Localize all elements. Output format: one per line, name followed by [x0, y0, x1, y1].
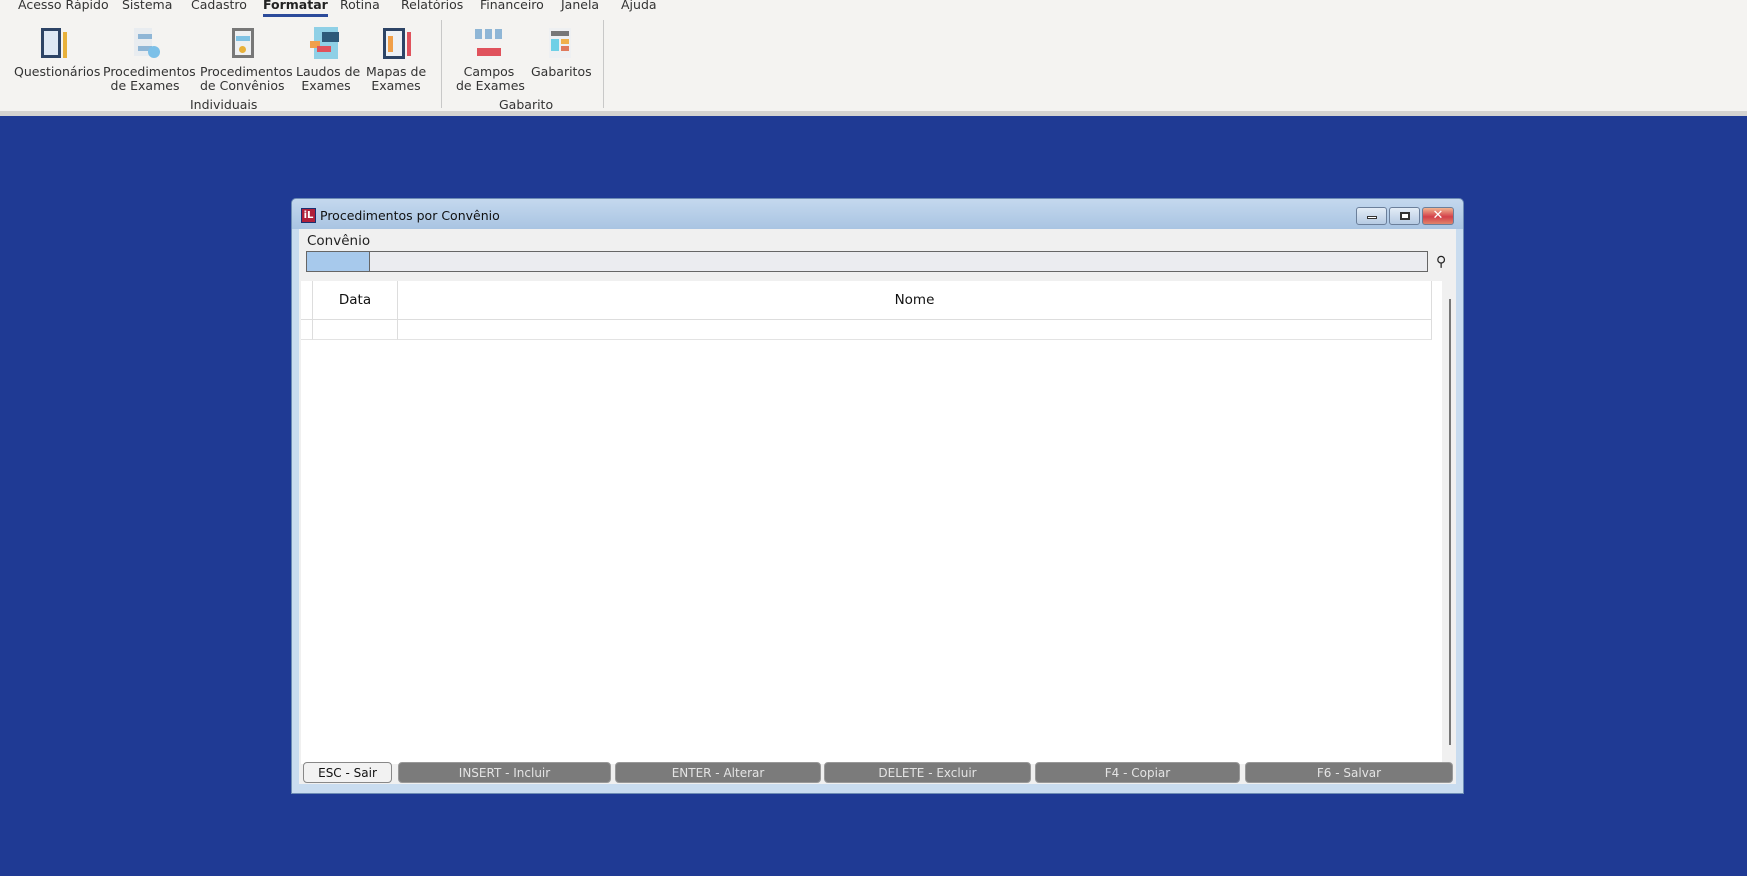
group-separator	[441, 20, 442, 108]
column-header-data[interactable]: Data	[313, 281, 398, 320]
app-icon: iL	[301, 208, 316, 223]
row-indicator[interactable]	[301, 320, 313, 340]
close-button[interactable]: ✕	[1422, 207, 1454, 225]
enter-alterar-button[interactable]: ENTER - Alterar	[615, 762, 821, 783]
ribbon-label: Gabaritos	[531, 65, 589, 79]
ribbon-label: Questionários	[14, 65, 90, 79]
convenio-label: Convênio	[307, 233, 370, 249]
ribbon-label: Mapas de	[366, 65, 426, 79]
search-icon[interactable]: ⚲	[1436, 254, 1446, 270]
menu-financeiro[interactable]: Financeiro	[480, 0, 544, 12]
ribbon-procedimentos-convenios-button[interactable]: Procedimentos de Convênios	[200, 26, 284, 93]
menu-rotina[interactable]: Rotina	[340, 0, 380, 12]
ribbon-label: de Exames	[456, 79, 522, 93]
group-label-gabarito: Gabarito	[499, 97, 553, 112]
ribbon: Acesso Rápido Sistema Cadastro Formatar …	[0, 0, 1747, 116]
ribbon-gabaritos-button[interactable]: Gabaritos	[531, 26, 589, 79]
menu-ajuda[interactable]: Ajuda	[621, 0, 657, 12]
ribbon-campos-exames-button[interactable]: Campos de Exames	[456, 26, 522, 93]
report-image-icon	[309, 26, 343, 62]
ribbon-procedimentos-exames-button[interactable]: Procedimentos de Exames	[103, 26, 187, 93]
group-label-individuais: Individuais	[190, 97, 257, 112]
ribbon-laudos-exames-button[interactable]: Laudos de Exames	[296, 26, 356, 93]
window-client: Convênio ⚲ Data Nome ESC - Sair INSERT -…	[299, 229, 1456, 784]
delete-excluir-button[interactable]: DELETE - Excluir	[824, 762, 1031, 783]
ribbon-label: de Exames	[103, 79, 187, 93]
menu-cadastro[interactable]: Cadastro	[191, 0, 247, 12]
menu-acesso-rapido[interactable]: Acesso Rápido	[18, 0, 109, 12]
maximize-button[interactable]	[1389, 207, 1420, 225]
window-titlebar[interactable]: iL Procedimentos por Convênio ✕	[292, 199, 1463, 229]
cell-nome[interactable]	[398, 320, 1432, 340]
f6-salvar-button[interactable]: F6 - Salvar	[1245, 762, 1453, 783]
template-layout-icon	[543, 26, 577, 62]
cell-data[interactable]	[313, 320, 398, 340]
minimize-icon	[1367, 216, 1377, 219]
ribbon-questionarios-button[interactable]: Questionários	[14, 26, 90, 79]
menu-formatar[interactable]: Formatar	[263, 0, 328, 12]
menu-sistema[interactable]: Sistema	[122, 0, 172, 12]
window-title: Procedimentos por Convênio	[320, 208, 500, 223]
maximize-icon	[1400, 212, 1410, 220]
procedimentos-convenio-window: iL Procedimentos por Convênio ✕ Convênio…	[291, 198, 1464, 794]
minimize-button[interactable]	[1356, 207, 1387, 225]
insert-incluir-button[interactable]: INSERT - Incluir	[398, 762, 611, 783]
ribbon-label: Exames	[366, 79, 426, 93]
ribbon-label: Laudos de	[296, 65, 356, 79]
clipboard-map-icon	[379, 26, 413, 62]
flowchart-shield-icon	[128, 26, 162, 62]
esc-sair-button[interactable]: ESC - Sair	[303, 762, 392, 783]
ribbon-label: Campos	[456, 65, 522, 79]
clipboard-gear-icon	[225, 26, 259, 62]
procedures-grid: Data Nome	[301, 281, 1442, 764]
f4-copiar-button[interactable]: F4 - Copiar	[1035, 762, 1240, 783]
column-header-nome[interactable]: Nome	[398, 281, 1432, 320]
menu-relatorios[interactable]: Relatórios	[401, 0, 463, 12]
vertical-scrollbar[interactable]	[1449, 299, 1451, 745]
ribbon-label: Exames	[296, 79, 356, 93]
ribbon-mapas-exames-button[interactable]: Mapas de Exames	[366, 26, 426, 93]
database-fields-icon	[472, 26, 506, 62]
convenio-input[interactable]	[306, 251, 1428, 272]
group-separator	[603, 20, 604, 108]
menu-janela[interactable]: Janela	[561, 0, 599, 12]
close-icon: ✕	[1433, 208, 1444, 223]
ribbon-label: de Convênios	[200, 79, 284, 93]
row-indicator-header	[301, 281, 313, 320]
clipboard-checklist-icon	[35, 26, 69, 62]
ribbon-label: Procedimentos	[103, 65, 187, 79]
ribbon-label: Procedimentos	[200, 65, 284, 79]
convenio-code-selection[interactable]	[307, 252, 370, 271]
